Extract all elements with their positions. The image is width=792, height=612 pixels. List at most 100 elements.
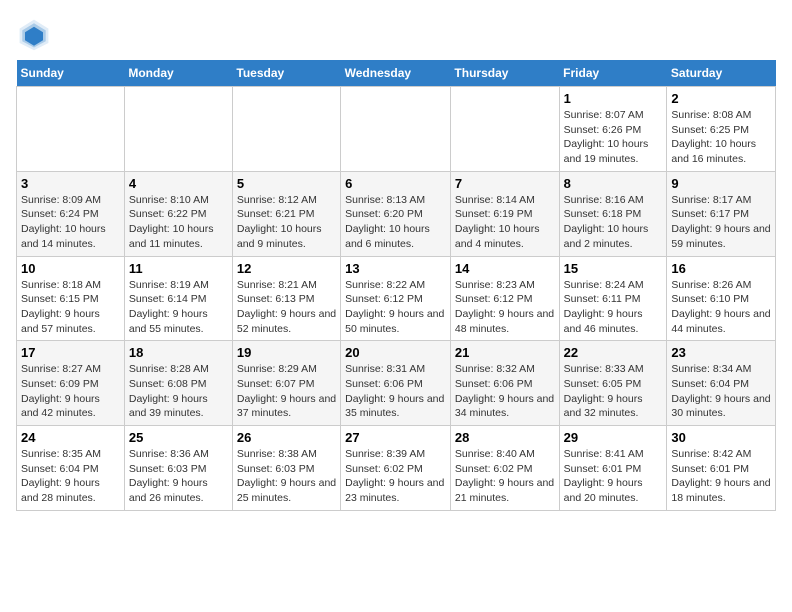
page-header: [16, 16, 776, 52]
day-number: 24: [21, 430, 120, 445]
calendar-cell: 15 Sunrise: 8:24 AM Sunset: 6:11 PM Dayli…: [559, 256, 667, 341]
day-info: Sunrise: 8:34 AM Sunset: 6:04 PM Dayligh…: [671, 362, 771, 421]
calendar-cell: 27 Sunrise: 8:39 AM Sunset: 6:02 PM Dayli…: [341, 426, 451, 511]
weekday-header-row: SundayMondayTuesdayWednesdayThursdayFrid…: [17, 60, 776, 87]
day-info: Sunrise: 8:13 AM Sunset: 6:20 PM Dayligh…: [345, 193, 446, 252]
calendar-cell: [450, 87, 559, 172]
day-number: 27: [345, 430, 446, 445]
day-info: Sunrise: 8:17 AM Sunset: 6:17 PM Dayligh…: [671, 193, 771, 252]
day-number: 25: [129, 430, 228, 445]
day-number: 30: [671, 430, 771, 445]
weekday-header-saturday: Saturday: [667, 60, 776, 87]
calendar-cell: 29 Sunrise: 8:41 AM Sunset: 6:01 PM Dayli…: [559, 426, 667, 511]
calendar-cell: 24 Sunrise: 8:35 AM Sunset: 6:04 PM Dayli…: [17, 426, 125, 511]
day-number: 22: [564, 345, 663, 360]
calendar-cell: 10Sunrise: 8:18 AM Sunset: 6:15 PM Dayli…: [17, 256, 125, 341]
day-number: 6: [345, 176, 446, 191]
day-number: 1: [564, 91, 663, 106]
calendar-cell: 18 Sunrise: 8:28 AM Sunset: 6:08 PM Dayli…: [124, 341, 232, 426]
day-info: Sunrise: 8:38 AM Sunset: 6:03 PM Dayligh…: [237, 447, 336, 506]
calendar-cell: 17 Sunrise: 8:27 AM Sunset: 6:09 PM Dayli…: [17, 341, 125, 426]
logo: [16, 16, 58, 52]
calendar-cell: [17, 87, 125, 172]
calendar-cell: 13 Sunrise: 8:22 AM Sunset: 6:12 PM Dayli…: [341, 256, 451, 341]
day-number: 4: [129, 176, 228, 191]
day-info: Sunrise: 8:14 AM Sunset: 6:19 PM Dayligh…: [455, 193, 555, 252]
day-number: 8: [564, 176, 663, 191]
calendar-cell: [124, 87, 232, 172]
calendar-cell: 5 Sunrise: 8:12 AM Sunset: 6:21 PM Daylig…: [232, 171, 340, 256]
calendar-cell: 7 Sunrise: 8:14 AM Sunset: 6:19 PM Daylig…: [450, 171, 559, 256]
day-info: Sunrise: 8:08 AM Sunset: 6:25 PM Dayligh…: [671, 108, 771, 167]
calendar-week-row: 3Sunrise: 8:09 AM Sunset: 6:24 PM Daylig…: [17, 171, 776, 256]
day-info: Sunrise: 8:16 AM Sunset: 6:18 PM Dayligh…: [564, 193, 663, 252]
day-info: Sunrise: 8:29 AM Sunset: 6:07 PM Dayligh…: [237, 362, 336, 421]
day-number: 18: [129, 345, 228, 360]
day-info: Sunrise: 8:27 AM Sunset: 6:09 PM Dayligh…: [21, 362, 120, 421]
weekday-header-sunday: Sunday: [17, 60, 125, 87]
day-number: 29: [564, 430, 663, 445]
day-number: 11: [129, 261, 228, 276]
day-number: 19: [237, 345, 336, 360]
calendar-cell: 25Sunrise: 8:36 AM Sunset: 6:03 PM Dayli…: [124, 426, 232, 511]
day-number: 17: [21, 345, 120, 360]
day-number: 20: [345, 345, 446, 360]
day-info: Sunrise: 8:40 AM Sunset: 6:02 PM Dayligh…: [455, 447, 555, 506]
calendar-cell: [232, 87, 340, 172]
day-info: Sunrise: 8:41 AM Sunset: 6:01 PM Dayligh…: [564, 447, 663, 506]
day-number: 2: [671, 91, 771, 106]
day-info: Sunrise: 8:19 AM Sunset: 6:14 PM Dayligh…: [129, 278, 228, 337]
calendar-table: SundayMondayTuesdayWednesdayThursdayFrid…: [16, 60, 776, 511]
calendar-cell: 28 Sunrise: 8:40 AM Sunset: 6:02 PM Dayli…: [450, 426, 559, 511]
calendar-week-row: 1 Sunrise: 8:07 AM Sunset: 6:26 PM Daylig…: [17, 87, 776, 172]
weekday-header-monday: Monday: [124, 60, 232, 87]
calendar-cell: 6 Sunrise: 8:13 AM Sunset: 6:20 PM Daylig…: [341, 171, 451, 256]
calendar-week-row: 10Sunrise: 8:18 AM Sunset: 6:15 PM Dayli…: [17, 256, 776, 341]
logo-icon: [16, 16, 52, 52]
calendar-cell: 23 Sunrise: 8:34 AM Sunset: 6:04 PM Dayli…: [667, 341, 776, 426]
day-info: Sunrise: 8:42 AM Sunset: 6:01 PM Dayligh…: [671, 447, 771, 506]
day-info: Sunrise: 8:22 AM Sunset: 6:12 PM Dayligh…: [345, 278, 446, 337]
day-info: Sunrise: 8:35 AM Sunset: 6:04 PM Dayligh…: [21, 447, 120, 506]
day-info: Sunrise: 8:09 AM Sunset: 6:24 PM Dayligh…: [21, 193, 120, 252]
calendar-cell: 1 Sunrise: 8:07 AM Sunset: 6:26 PM Daylig…: [559, 87, 667, 172]
day-info: Sunrise: 8:07 AM Sunset: 6:26 PM Dayligh…: [564, 108, 663, 167]
day-info: Sunrise: 8:39 AM Sunset: 6:02 PM Dayligh…: [345, 447, 446, 506]
calendar-cell: 21 Sunrise: 8:32 AM Sunset: 6:06 PM Dayli…: [450, 341, 559, 426]
day-info: Sunrise: 8:31 AM Sunset: 6:06 PM Dayligh…: [345, 362, 446, 421]
day-number: 7: [455, 176, 555, 191]
calendar-cell: 19 Sunrise: 8:29 AM Sunset: 6:07 PM Dayli…: [232, 341, 340, 426]
day-number: 16: [671, 261, 771, 276]
day-info: Sunrise: 8:24 AM Sunset: 6:11 PM Dayligh…: [564, 278, 663, 337]
day-number: 5: [237, 176, 336, 191]
calendar-cell: 12 Sunrise: 8:21 AM Sunset: 6:13 PM Dayli…: [232, 256, 340, 341]
day-number: 15: [564, 261, 663, 276]
weekday-header-thursday: Thursday: [450, 60, 559, 87]
day-number: 21: [455, 345, 555, 360]
day-number: 23: [671, 345, 771, 360]
day-number: 14: [455, 261, 555, 276]
day-number: 12: [237, 261, 336, 276]
day-number: 9: [671, 176, 771, 191]
day-info: Sunrise: 8:21 AM Sunset: 6:13 PM Dayligh…: [237, 278, 336, 337]
day-info: Sunrise: 8:28 AM Sunset: 6:08 PM Dayligh…: [129, 362, 228, 421]
calendar-cell: 30 Sunrise: 8:42 AM Sunset: 6:01 PM Dayli…: [667, 426, 776, 511]
calendar-cell: 3Sunrise: 8:09 AM Sunset: 6:24 PM Daylig…: [17, 171, 125, 256]
day-info: Sunrise: 8:23 AM Sunset: 6:12 PM Dayligh…: [455, 278, 555, 337]
day-number: 13: [345, 261, 446, 276]
calendar-cell: 9 Sunrise: 8:17 AM Sunset: 6:17 PM Daylig…: [667, 171, 776, 256]
day-info: Sunrise: 8:10 AM Sunset: 6:22 PM Dayligh…: [129, 193, 228, 252]
day-info: Sunrise: 8:12 AM Sunset: 6:21 PM Dayligh…: [237, 193, 336, 252]
weekday-header-tuesday: Tuesday: [232, 60, 340, 87]
day-info: Sunrise: 8:32 AM Sunset: 6:06 PM Dayligh…: [455, 362, 555, 421]
day-info: Sunrise: 8:26 AM Sunset: 6:10 PM Dayligh…: [671, 278, 771, 337]
calendar-cell: 2 Sunrise: 8:08 AM Sunset: 6:25 PM Daylig…: [667, 87, 776, 172]
calendar-cell: 11 Sunrise: 8:19 AM Sunset: 6:14 PM Dayli…: [124, 256, 232, 341]
calendar-cell: 14 Sunrise: 8:23 AM Sunset: 6:12 PM Dayli…: [450, 256, 559, 341]
day-number: 28: [455, 430, 555, 445]
calendar-cell: [341, 87, 451, 172]
weekday-header-wednesday: Wednesday: [341, 60, 451, 87]
day-info: Sunrise: 8:33 AM Sunset: 6:05 PM Dayligh…: [564, 362, 663, 421]
calendar-cell: 8 Sunrise: 8:16 AM Sunset: 6:18 PM Daylig…: [559, 171, 667, 256]
calendar-cell: 16 Sunrise: 8:26 AM Sunset: 6:10 PM Dayli…: [667, 256, 776, 341]
